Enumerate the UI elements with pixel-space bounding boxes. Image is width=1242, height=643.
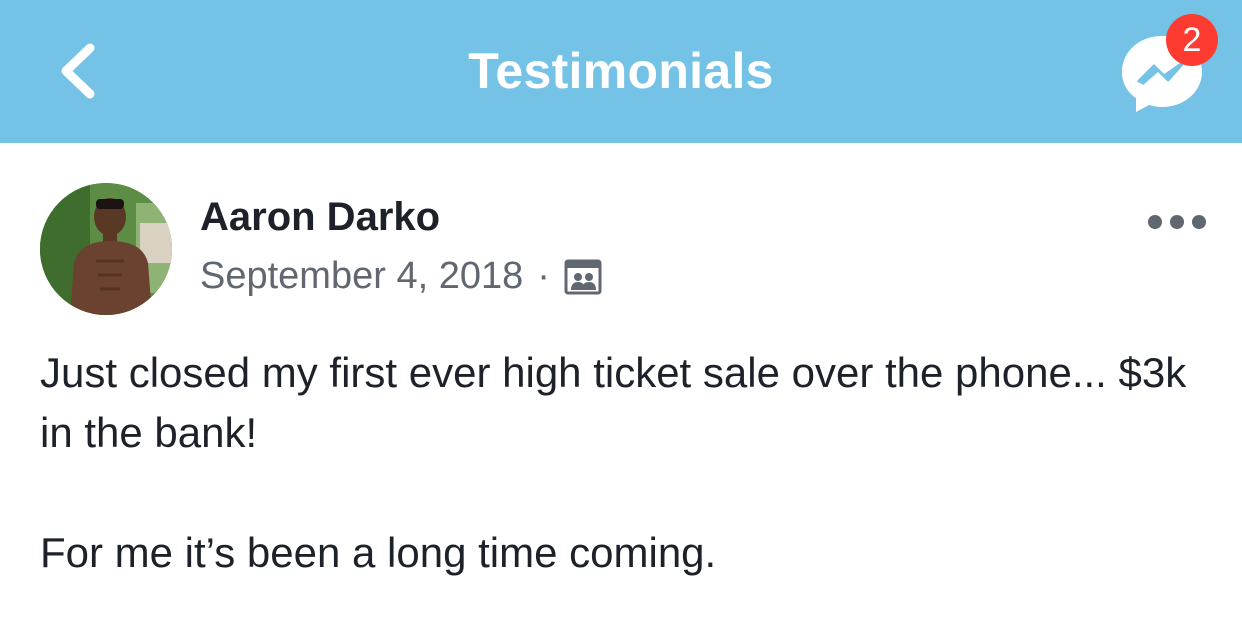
avatar[interactable] [40,183,172,315]
top-nav-bar: Testimonials 2 [0,0,1242,143]
more-options-icon [1148,215,1206,229]
avatar-photo [40,183,172,315]
notification-badge: 2 [1166,14,1218,66]
post-paragraph: For me it’s been a long time coming. [40,529,717,576]
group-audience-icon [564,259,602,294]
post-body: Just closed my first ever high ticket sa… [40,343,1190,643]
testimonial-post: Aaron Darko September 4, 2018 · Just clo… [0,143,1242,632]
more-options-button[interactable] [1146,207,1208,237]
page-title: Testimonials [468,43,774,99]
author-name[interactable]: Aaron Darko [200,195,440,240]
meta-separator: · [537,255,550,297]
post-date[interactable]: September 4, 2018 [200,255,523,298]
post-meta: September 4, 2018 · [200,255,602,298]
post-paragraph: Just closed my first ever high ticket sa… [40,349,1187,456]
